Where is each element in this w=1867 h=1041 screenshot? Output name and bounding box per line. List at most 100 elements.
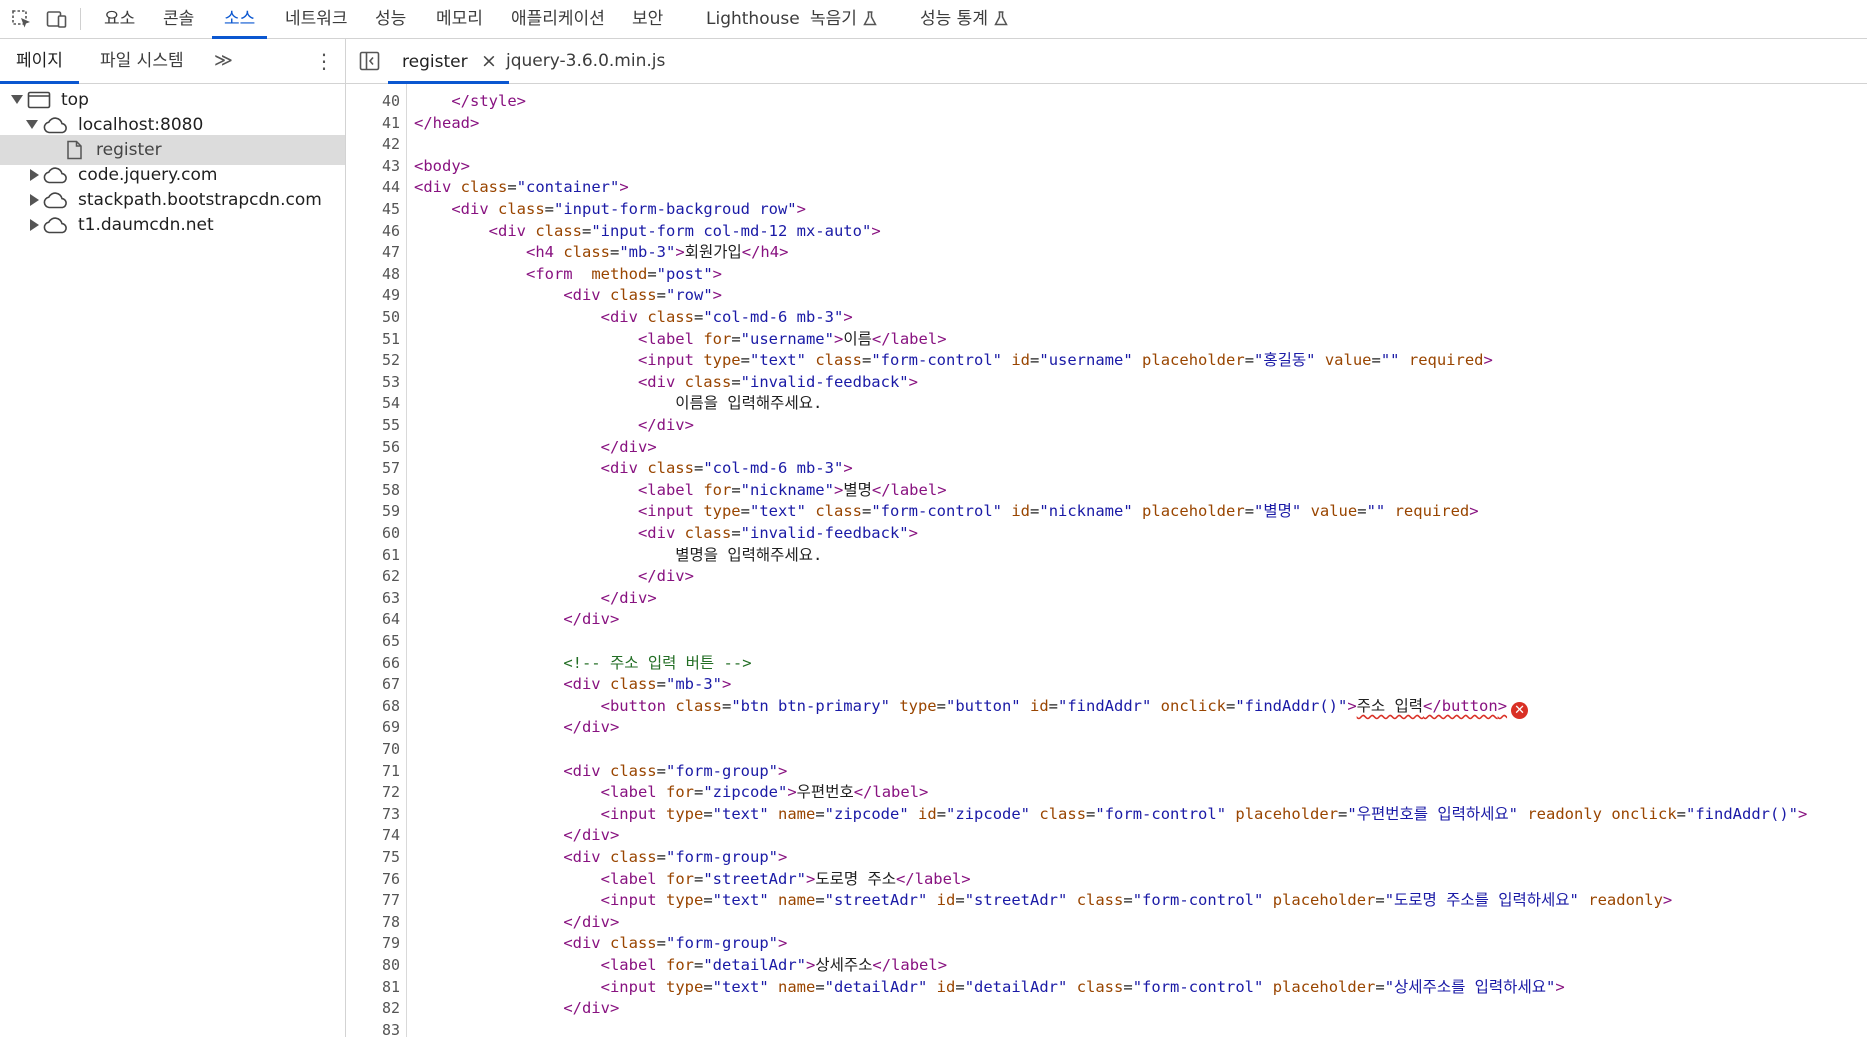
code-area[interactable]: </style> </head> <body> <div class="contain… [414, 84, 1867, 1037]
line-number[interactable]: 61 [346, 545, 400, 567]
tab-elements[interactable]: 요소 [104, 0, 135, 38]
collapse-arrow-icon[interactable] [30, 169, 39, 181]
tab-performance[interactable]: 성능 [375, 0, 406, 38]
code-line: <label for="detailAdr">상세주소</label> [600, 956, 948, 974]
navigator-tabbar: 페이지 파일 시스템 ≫ ⋮ [0, 39, 345, 84]
line-number[interactable]: 67 [346, 674, 400, 696]
tab-network[interactable]: 네트워크 [285, 0, 348, 38]
tab-recorder[interactable]: 녹음기 [810, 0, 877, 38]
line-number[interactable]: 49 [346, 285, 400, 307]
line-number[interactable]: 44 [346, 177, 400, 199]
tab-sources[interactable]: 소스 [211, 0, 268, 39]
line-number[interactable]: 55 [346, 415, 400, 437]
line-number[interactable]: 48 [346, 264, 400, 286]
line-number[interactable]: 76 [346, 869, 400, 891]
line-number[interactable]: 57 [346, 458, 400, 480]
line-number[interactable]: 80 [346, 955, 400, 977]
tab-security[interactable]: 보안 [632, 0, 663, 38]
line-number[interactable]: 73 [346, 804, 400, 826]
line-number[interactable]: 54 [346, 393, 400, 415]
code-line: <div class="row"> [563, 286, 723, 305]
line-number[interactable]: 59 [346, 501, 400, 523]
tab-performance-insights[interactable]: 성능 통계 [920, 0, 1008, 38]
code-line: </div> [637, 416, 694, 434]
tab-page[interactable]: 페이지 [0, 39, 79, 84]
sources-navigator: 페이지 파일 시스템 ≫ ⋮ top localhost:8080 regist… [0, 39, 346, 1037]
line-number[interactable]: 60 [346, 523, 400, 545]
expand-arrow-icon[interactable] [11, 95, 23, 104]
code-line: <input type="text" name="zipcode" id="zi… [600, 804, 1808, 823]
line-number[interactable]: 71 [346, 761, 400, 783]
line-number[interactable]: 72 [346, 782, 400, 804]
line-number[interactable]: 43 [346, 156, 400, 178]
file-tab-register[interactable]: register × [388, 39, 509, 84]
line-number[interactable]: 70 [346, 739, 400, 761]
experiment-flask-icon [863, 11, 877, 26]
code-line: </div> [600, 588, 657, 607]
tab-filesystem[interactable]: 파일 시스템 [100, 39, 184, 83]
element-picker-icon[interactable] [11, 9, 33, 29]
code-line: <input type="text" name="streetAdr" id="… [600, 891, 1673, 910]
line-number[interactable]: 81 [346, 977, 400, 999]
line-number[interactable]: 46 [346, 221, 400, 243]
line-number[interactable]: 65 [346, 631, 400, 653]
close-tab-icon[interactable]: × [481, 50, 497, 72]
editor-file-tabbar: register × jquery-3.6.0.min.js [346, 39, 1867, 84]
device-toolbar-icon[interactable] [46, 9, 68, 29]
line-number[interactable]: 63 [346, 588, 400, 610]
tab-memory[interactable]: 메모리 [436, 0, 483, 38]
line-number[interactable]: 64 [346, 609, 400, 631]
more-options-icon[interactable]: ⋮ [314, 39, 334, 83]
code-line: <label for="username">이름</label> [637, 329, 947, 348]
error-icon[interactable]: ✕ [1511, 701, 1529, 719]
code-line: <div class="invalid-feedback"> [637, 524, 918, 542]
line-number[interactable]: 40 [346, 91, 400, 113]
line-number[interactable]: 41 [346, 113, 400, 135]
line-number[interactable]: 74 [346, 825, 400, 847]
more-tabs-chevron-icon[interactable]: ≫ [214, 39, 233, 83]
line-number[interactable]: 83 [346, 1020, 400, 1041]
code-line: </div> [563, 912, 620, 931]
tab-console[interactable]: 콘솔 [163, 0, 194, 38]
code-line: <div class="form-group"> [563, 934, 788, 953]
line-number[interactable]: 75 [346, 847, 400, 869]
file-tab-jquery[interactable]: jquery-3.6.0.min.js [506, 39, 665, 83]
code-line: </div> [563, 610, 620, 629]
line-number[interactable]: 79 [346, 933, 400, 955]
line-number[interactable]: 45 [346, 199, 400, 221]
line-number[interactable]: 77 [346, 890, 400, 912]
line-number[interactable]: 69 [346, 717, 400, 739]
line-number[interactable]: 66 [346, 653, 400, 675]
tab-lighthouse[interactable]: Lighthouse [706, 0, 800, 38]
tab-recorder-label: 녹음기 [810, 9, 857, 29]
line-number[interactable]: 58 [346, 480, 400, 502]
tree-item-daumcdn[interactable]: t1.daumcdn.net [0, 210, 345, 240]
cloud-icon [43, 217, 67, 234]
code-line: <div class="col-md-6 mb-3"> [600, 459, 853, 478]
code-line: <div class="col-md-6 mb-3"> [600, 308, 853, 326]
tab-application[interactable]: 애플리케이션 [511, 0, 605, 38]
code-line: <div class="container"> [414, 178, 629, 197]
code-line: <div class="invalid-feedback"> [637, 372, 918, 391]
line-number[interactable]: 47 [346, 242, 400, 264]
code-line: <div class="mb-3"> [563, 675, 732, 694]
line-number[interactable]: 42 [346, 134, 400, 156]
line-number[interactable]: 56 [346, 437, 400, 459]
expand-arrow-icon[interactable] [26, 120, 38, 129]
collapse-arrow-icon[interactable] [30, 194, 39, 206]
code-line: <h4 class="mb-3">회원가입</h4> [525, 243, 789, 262]
code-line: <input type="text" class="form-control" … [637, 502, 1479, 521]
line-number-gutter: 40 41 42 43 44 45 46 47 48 49 50 51 52 53 54 55 56 57 58 59… [346, 84, 407, 1039]
toggle-navigator-icon[interactable] [359, 51, 380, 71]
line-number[interactable]: 78 [346, 912, 400, 934]
line-number[interactable]: 62 [346, 566, 400, 588]
collapse-arrow-icon[interactable] [30, 219, 39, 231]
code-line: <input type="text" class="form-control" … [637, 351, 1493, 370]
line-number[interactable]: 82 [346, 998, 400, 1020]
line-number[interactable]: 51 [346, 329, 400, 351]
line-number[interactable]: 52 [346, 350, 400, 372]
line-number[interactable]: 50 [346, 307, 400, 329]
line-number[interactable]: 68 [346, 696, 400, 718]
line-number[interactable]: 53 [346, 372, 400, 394]
code-line: </head> [414, 113, 480, 132]
